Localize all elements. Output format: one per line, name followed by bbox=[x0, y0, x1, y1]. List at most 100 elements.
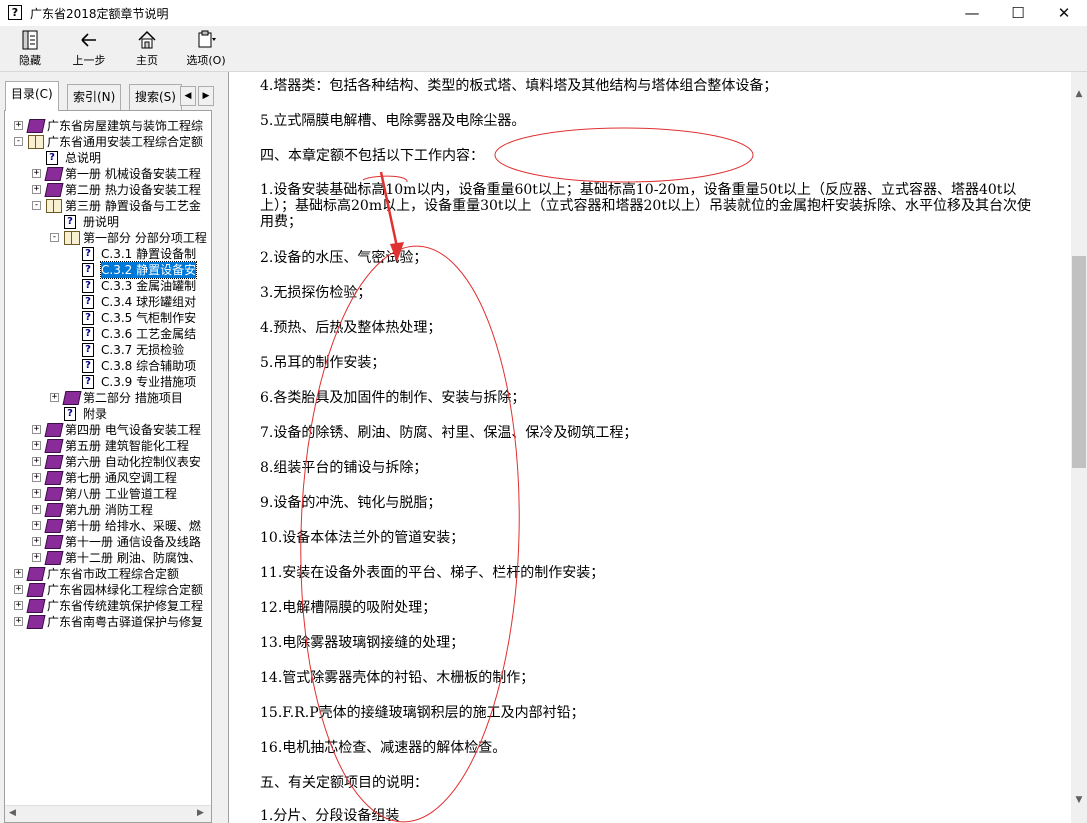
tree-item[interactable]: ? C.3.2 静置设备安 bbox=[5, 261, 211, 279]
tree-item[interactable]: + 第八册 工业管道工程 bbox=[5, 486, 211, 502]
expand-icon[interactable]: + bbox=[32, 425, 41, 434]
tab-index[interactable]: 索引(N) bbox=[67, 84, 122, 110]
tree-item[interactable]: ? C.3.1 静置设备制 bbox=[5, 246, 211, 262]
minimize-button[interactable]: — bbox=[949, 0, 995, 26]
tree-item-label: 第六册 自动化控制仪表安 bbox=[65, 455, 201, 469]
tree-item[interactable]: ? C.3.5 气柜制作安 bbox=[5, 310, 211, 326]
expand-icon[interactable]: + bbox=[32, 537, 41, 546]
collapse-icon[interactable]: - bbox=[50, 233, 59, 242]
collapse-icon[interactable]: - bbox=[32, 201, 41, 210]
tree-item[interactable]: + 第九册 消防工程 bbox=[5, 502, 211, 518]
back-label: 上一步 bbox=[72, 54, 106, 67]
expand-icon[interactable]: + bbox=[32, 489, 41, 498]
expand-icon[interactable]: + bbox=[32, 521, 41, 530]
tree-item[interactable]: + 广东省房屋建筑与装饰工程综 bbox=[5, 118, 211, 134]
tree-item-label: C.3.3 金属油罐制 bbox=[101, 279, 197, 293]
tree-item[interactable]: + 广东省传统建筑保护修复工程 bbox=[5, 598, 211, 614]
tree-item[interactable]: + 第十册 给排水、采暖、燃 bbox=[5, 518, 211, 534]
closed-book-icon bbox=[26, 567, 46, 581]
maximize-button[interactable]: ☐ bbox=[995, 0, 1041, 26]
expand-icon[interactable]: + bbox=[14, 121, 23, 130]
tree-item[interactable]: ? C.3.3 金属油罐制 bbox=[5, 278, 211, 294]
expand-icon[interactable]: + bbox=[14, 569, 23, 578]
content-paragraph: 12.电解槽隔膜的吸附处理； bbox=[260, 600, 437, 616]
home-label: 主页 bbox=[136, 54, 158, 67]
tree-item[interactable]: + 第一册 机械设备安装工程 bbox=[5, 166, 211, 182]
closed-book-icon bbox=[26, 599, 46, 613]
help-page-icon: ? bbox=[82, 343, 94, 357]
tree-item[interactable]: - 第三册 静置设备与工艺金 bbox=[5, 198, 211, 214]
expand-icon[interactable]: + bbox=[32, 473, 41, 482]
topic-content: 4.塔器类：包括各种结构、类型的板式塔、填料塔及其他结构与塔体组合整体设备； 5.… bbox=[228, 72, 1071, 823]
expand-icon[interactable]: + bbox=[32, 553, 41, 562]
pane-splitter[interactable] bbox=[216, 72, 228, 823]
tree-item[interactable]: ? 附录 bbox=[5, 406, 211, 422]
tab-contents[interactable]: 目录(C) bbox=[5, 81, 59, 111]
scroll-right-icon[interactable]: ▶ bbox=[197, 808, 204, 818]
expand-icon[interactable]: + bbox=[14, 601, 23, 610]
tree-item[interactable]: + 广东省南粤古驿道保护与修复 bbox=[5, 614, 211, 630]
close-button[interactable]: ✕ bbox=[1041, 0, 1087, 26]
expand-icon[interactable]: + bbox=[32, 457, 41, 466]
tree-item[interactable]: + 广东省市政工程综合定额 bbox=[5, 566, 211, 582]
expand-icon[interactable]: + bbox=[50, 393, 59, 402]
scroll-down-icon[interactable]: ▼ bbox=[1071, 792, 1087, 809]
tree-item[interactable]: ? 册说明 bbox=[5, 214, 211, 230]
tree-item[interactable]: - 广东省通用安装工程综合定额 bbox=[5, 134, 211, 150]
scroll-up-icon[interactable]: ▲ bbox=[1071, 86, 1087, 103]
tree-item[interactable]: + 第十一册 通信设备及线路 bbox=[5, 534, 211, 550]
help-file-icon: ? bbox=[8, 5, 22, 20]
options-button[interactable]: 选项(O) bbox=[182, 29, 230, 69]
content-paragraph: 4.塔器类：包括各种结构、类型的板式塔、填料塔及其他结构与塔体组合整体设备； bbox=[260, 78, 778, 94]
closed-book-icon bbox=[44, 535, 64, 549]
closed-book-icon bbox=[44, 551, 64, 565]
scroll-thumb[interactable] bbox=[1072, 256, 1086, 468]
collapse-icon[interactable]: - bbox=[14, 137, 23, 146]
scroll-left-icon[interactable]: ◀ bbox=[9, 808, 16, 818]
tree-item[interactable]: ? C.3.6 工艺金属结 bbox=[5, 326, 211, 342]
tree-item[interactable]: + 广东省园林绿化工程综合定额 bbox=[5, 582, 211, 598]
tree-item-label: 广东省房屋建筑与装饰工程综 bbox=[47, 119, 204, 133]
back-button[interactable]: 上一步 bbox=[66, 29, 112, 69]
expand-icon[interactable]: + bbox=[32, 185, 41, 194]
expand-icon[interactable]: + bbox=[14, 585, 23, 594]
toolbar: 隐藏 上一步 主页 选项(O) bbox=[0, 26, 1087, 72]
tree-item[interactable]: ? C.3.9 专业措施项 bbox=[5, 374, 211, 390]
tree-item[interactable]: ? C.3.8 综合辅助项 bbox=[5, 358, 211, 374]
tree-horizontal-scrollbar[interactable]: ◀ ▶ bbox=[5, 805, 211, 822]
tree-item[interactable]: - 第一部分 分部分项工程 bbox=[5, 230, 211, 246]
options-label: 选项(O) bbox=[186, 54, 226, 67]
tree-item[interactable]: ? C.3.7 无损检验 bbox=[5, 342, 211, 358]
tree-item[interactable]: + 第七册 通风空调工程 bbox=[5, 470, 211, 486]
tree-item[interactable]: + 第五册 建筑智能化工程 bbox=[5, 438, 211, 454]
expand-icon[interactable]: + bbox=[32, 505, 41, 514]
tab-scroll-right-button[interactable]: ▶ bbox=[198, 86, 214, 106]
content-paragraph: 9.设备的冲洗、钝化与脱脂； bbox=[260, 495, 442, 511]
tree-item[interactable]: ? 总说明 bbox=[5, 150, 211, 166]
tree-item-label: 第十一册 通信设备及线路 bbox=[65, 535, 201, 549]
help-page-icon: ? bbox=[82, 263, 94, 277]
content-paragraph: 4.预热、后热及整体热处理； bbox=[260, 320, 442, 336]
help-page-icon: ? bbox=[82, 327, 94, 341]
section-heading: 四、本章定额不包括以下工作内容： bbox=[260, 148, 484, 164]
content-vertical-scrollbar[interactable]: ▲ ▼ bbox=[1071, 72, 1087, 823]
tree-item[interactable]: + 第二册 热力设备安装工程 bbox=[5, 182, 211, 198]
tree-item-label: 第三册 静置设备与工艺金 bbox=[65, 199, 201, 213]
tree-item[interactable]: + 第十二册 刷油、防腐蚀、 bbox=[5, 550, 211, 566]
tree-item[interactable]: ? C.3.4 球形罐组对 bbox=[5, 294, 211, 310]
tab-scroll-left-button[interactable]: ◀ bbox=[180, 86, 196, 106]
tree-item[interactable]: + 第六册 自动化控制仪表安 bbox=[5, 454, 211, 470]
content-paragraph: 5.立式隔膜电解槽、电除雾器及电除尘器。 bbox=[260, 113, 526, 129]
expand-icon[interactable]: + bbox=[32, 441, 41, 450]
closed-book-icon bbox=[44, 455, 64, 469]
hide-button[interactable]: 隐藏 bbox=[10, 29, 50, 69]
tree-item-label: 广东省通用安装工程综合定额 bbox=[47, 135, 204, 149]
home-button[interactable]: 主页 bbox=[130, 29, 164, 69]
tree-item[interactable]: + 第二部分 措施项目 bbox=[5, 390, 211, 406]
tab-search[interactable]: 搜索(S) bbox=[129, 84, 182, 110]
tree-item[interactable]: + 第四册 电气设备安装工程 bbox=[5, 422, 211, 438]
expand-icon[interactable]: + bbox=[14, 617, 23, 626]
window-title: 广东省2018定额章节说明 bbox=[30, 7, 169, 21]
expand-icon[interactable]: + bbox=[32, 169, 41, 178]
hide-pane-icon bbox=[22, 30, 38, 50]
